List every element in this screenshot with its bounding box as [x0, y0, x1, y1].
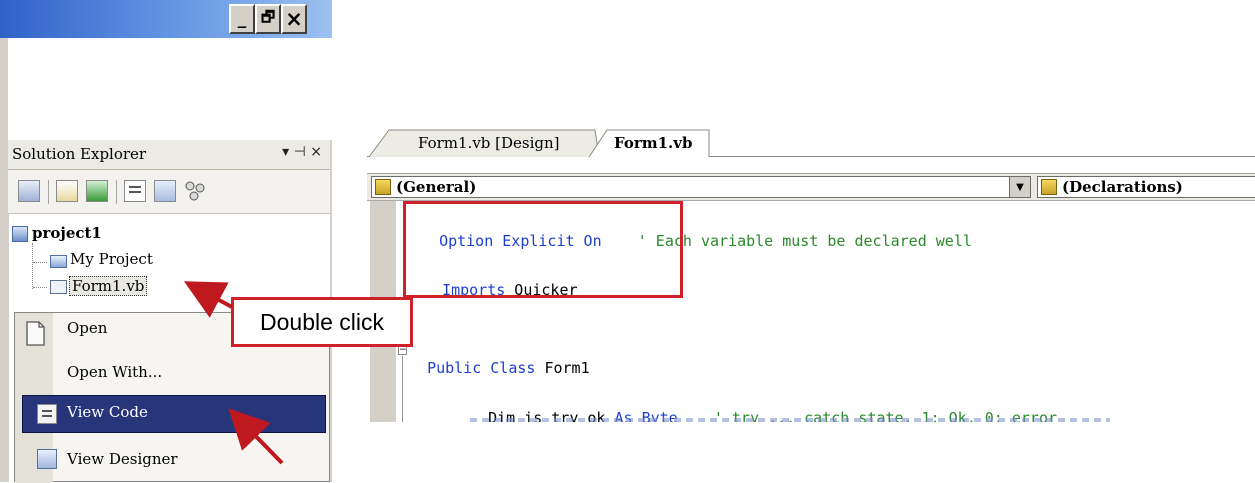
- arrow-to-form1: [183, 281, 233, 318]
- arrow-to-view-code: [228, 408, 284, 465]
- annotation-arrows: [183, 281, 284, 465]
